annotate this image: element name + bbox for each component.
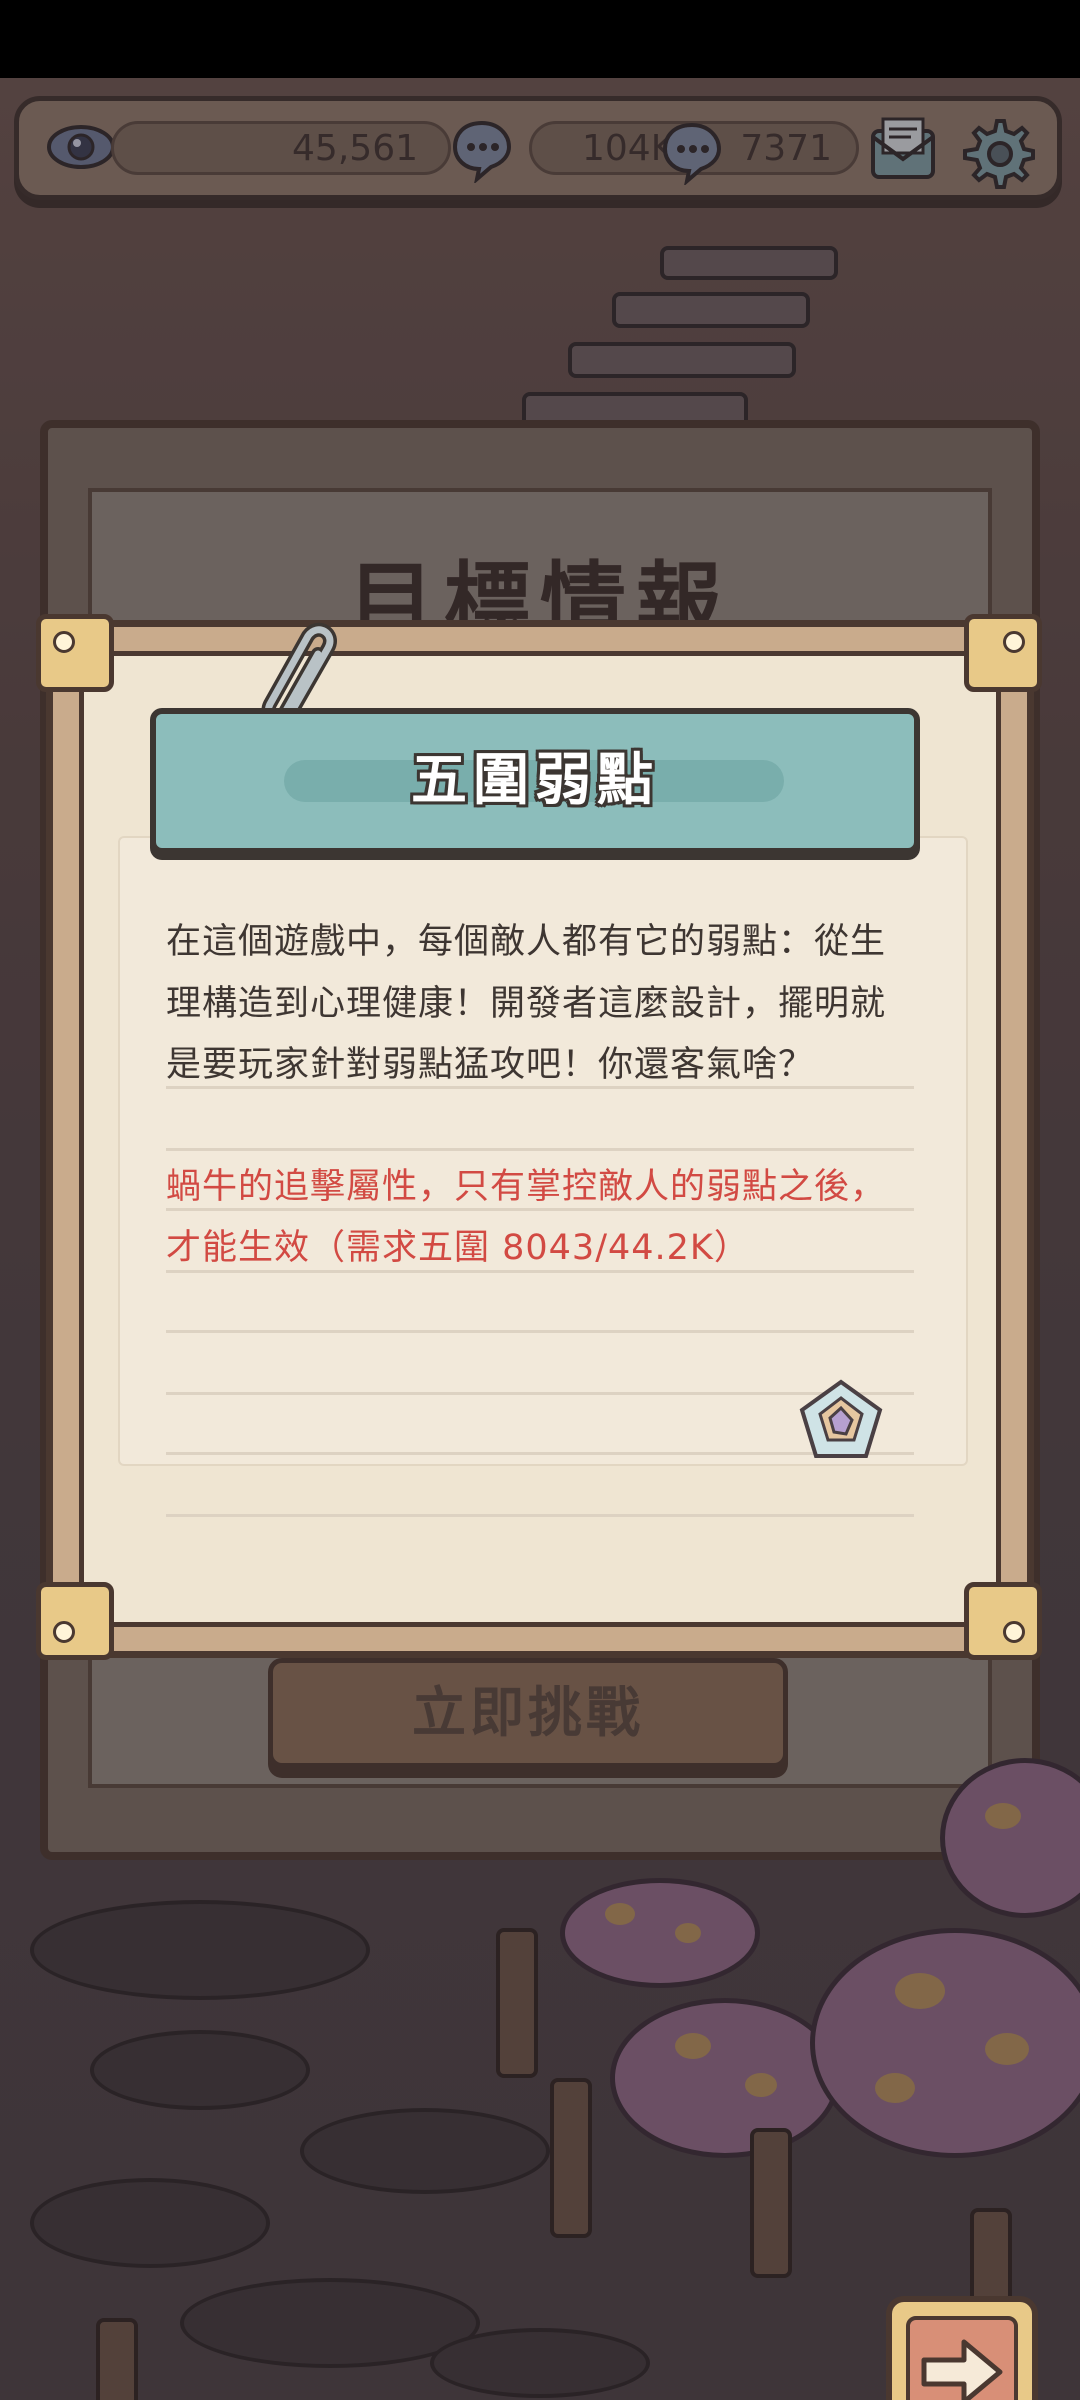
dialog-note-line: 蝸牛的追擊屬性，只有掌控敵人的弱點之後， — [166, 1167, 887, 1207]
frame-corner — [964, 614, 1042, 692]
frame-corner — [36, 1582, 114, 1660]
paper-rule — [166, 1270, 914, 1273]
paper-rule — [166, 1514, 914, 1517]
arrow-right-icon — [921, 2339, 1003, 2400]
paper-rule — [166, 1330, 914, 1333]
game-scene: 45,561 104K 7371 目標情報 立即挑戰 五圍弱點 在這個遊戲中，每… — [0, 78, 1080, 2400]
dialog-title: 五圍弱點 — [411, 748, 659, 813]
status-bar — [0, 0, 1080, 78]
next-button[interactable] — [886, 2296, 1038, 2400]
frame-corner — [36, 614, 114, 692]
dialog-body-line: 在這個遊戲中，每個敵人都有它的弱點：從生 — [166, 922, 887, 962]
pentagon-stat-icon — [796, 1376, 886, 1470]
next-button-face — [906, 2316, 1018, 2400]
dialog-body-line: 是要玩家針對弱點猛攻吧！你還客氣啥？ — [166, 1045, 815, 1085]
frame-corner — [964, 1582, 1042, 1660]
paper-rule — [166, 1148, 914, 1151]
dialog-title-banner: 五圍弱點 — [150, 708, 920, 854]
dialog-body-line: 理構造到心理健康！開發者這麼設計，擺明就 — [166, 984, 887, 1024]
dialog-note-line: 才能生效（需求五圍 8043/44.2K） — [166, 1228, 750, 1268]
